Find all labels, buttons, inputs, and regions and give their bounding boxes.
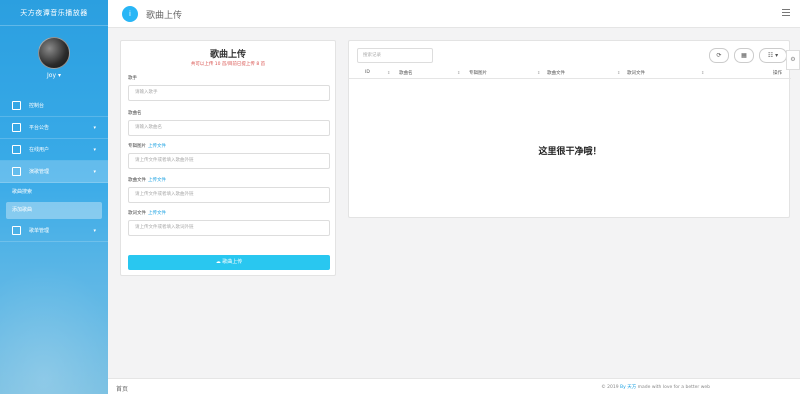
search-input[interactable]: 搜索记录: [357, 48, 433, 63]
column-header-actions: 操作: [773, 71, 782, 76]
form-title: 歌曲上传: [209, 50, 246, 60]
footer-home-link[interactable]: 首页: [116, 384, 128, 393]
sidebar-submenu: 歌曲搜索 添加歌曲: [0, 184, 108, 219]
top-header: i 歌曲上传: [108, 0, 800, 28]
upload-file-link[interactable]: 上传文件: [148, 211, 166, 216]
sort-icon[interactable]: ⇕: [701, 70, 704, 75]
users-icon: [12, 145, 21, 154]
field-label-song-name: 歌曲名: [128, 111, 142, 116]
sidebar: 天方夜谭音乐播放器 Joy ▾ 控制台 平台公告 ▾ 在线用户 ▾ 演歌管理 ▾…: [0, 0, 108, 394]
sort-icon[interactable]: ⇕: [617, 70, 620, 75]
field-label-album-image: 专辑图片 上传文件: [128, 144, 166, 149]
sidebar-item-song-management[interactable]: 演歌管理 ▾: [0, 161, 108, 183]
lyrics-file-input[interactable]: 请上传文件或者填入歌词外链: [128, 220, 330, 236]
avatar[interactable]: [38, 37, 70, 69]
sidebar-item-label: 演歌管理: [29, 168, 50, 175]
sidebar-item-dashboard[interactable]: 控制台: [0, 95, 108, 117]
page-title: 歌曲上传: [146, 11, 183, 21]
sidebar-item-label: 歌单管理: [29, 227, 50, 234]
upload-form-card: 歌曲上传 共可以上传 10 首/目前已提上传 8 首 歌手 请输入歌手 歌曲名 …: [120, 40, 336, 276]
column-header-album-image[interactable]: 专辑图片: [469, 70, 487, 76]
songs-table-card: 搜索记录 ⟳ ▦ ☷ ▾ ID ⇕ 歌曲名 ⇕ 专辑图片 ⇕ 歌曲文件 ⇕ 歌词…: [348, 40, 791, 218]
upload-quota-text: 共可以上传 10 首/目前已提上传 8 首: [190, 62, 266, 67]
song-name-input[interactable]: 请输入歌曲名: [128, 120, 330, 136]
upload-file-link[interactable]: 上传文件: [148, 144, 166, 149]
sidebar-subitem-add-song[interactable]: 添加歌曲: [6, 202, 102, 219]
singer-input[interactable]: 请输入歌手: [128, 85, 330, 101]
playlist-icon: [12, 226, 21, 235]
sidebar-item-label: 控制台: [29, 102, 45, 109]
chevron-down-icon: ▾: [93, 125, 96, 131]
column-header-lyrics-file[interactable]: 歌词文件: [627, 70, 645, 76]
sort-icon[interactable]: ⇕: [387, 70, 390, 75]
sidebar-item-announcements[interactable]: 平台公告 ▾: [0, 117, 108, 139]
username: Joy: [47, 72, 57, 79]
refresh-button[interactable]: ⟳: [709, 48, 729, 63]
app-title: 天方夜谭音乐播放器: [0, 0, 108, 26]
menu-icon[interactable]: [782, 9, 790, 16]
sidebar-subitem-song-search[interactable]: 歌曲搜索: [6, 184, 102, 201]
column-header-id[interactable]: ID: [365, 70, 370, 75]
settings-float-icon[interactable]: ⚙: [786, 50, 800, 70]
sidebar-item-playlist-management[interactable]: 歌单管理 ▾: [0, 220, 108, 242]
announcement-icon: [12, 123, 21, 132]
sidebar-nav: 控制台 平台公告 ▾ 在线用户 ▾ 演歌管理 ▾ 歌曲搜索 添加歌曲 歌单管理 …: [0, 95, 108, 242]
field-label-singer: 歌手: [128, 76, 137, 81]
upload-button[interactable]: ☁ 歌曲上传: [128, 255, 330, 270]
footer-copyright: © 2019 By 天方 made with love for a better…: [601, 385, 710, 390]
upload-file-link[interactable]: 上传文件: [148, 178, 166, 183]
chevron-down-icon: ▾: [93, 169, 96, 175]
music-icon: [12, 167, 21, 176]
columns-button[interactable]: ☷ ▾: [759, 48, 787, 63]
sidebar-item-label: 平台公告: [29, 124, 50, 131]
sidebar-item-online-users[interactable]: 在线用户 ▾: [0, 139, 108, 161]
sort-icon[interactable]: ⇕: [457, 70, 460, 75]
column-header-song-file[interactable]: 歌曲文件: [547, 70, 565, 76]
field-label-lyrics-file: 歌词文件 上传文件: [128, 211, 166, 216]
info-icon: i: [122, 6, 138, 22]
chevron-down-icon: ▾: [93, 228, 96, 234]
toggle-view-button[interactable]: ▦: [734, 48, 754, 63]
footer: 首页 © 2019 By 天方 made with love for a bet…: [108, 378, 800, 394]
empty-state-text: 这里很干净哦！: [538, 147, 602, 157]
user-menu[interactable]: Joy ▾: [0, 72, 108, 79]
chevron-down-icon: ▾: [93, 147, 96, 153]
sort-icon[interactable]: ⇕: [537, 70, 540, 75]
song-file-input[interactable]: 请上传文件或者填入歌曲外链: [128, 187, 330, 203]
footer-author-link[interactable]: By 天方: [620, 385, 636, 390]
album-image-input[interactable]: 请上传文件或者填入歌曲外链: [128, 153, 330, 169]
home-icon: [12, 101, 21, 110]
sidebar-item-label: 在线用户: [29, 146, 50, 153]
field-label-song-file: 歌曲文件 上传文件: [128, 178, 166, 183]
table-header: ID ⇕ 歌曲名 ⇕ 专辑图片 ⇕ 歌曲文件 ⇕ 歌词文件 ⇕ 操作: [349, 69, 791, 79]
column-header-song-name[interactable]: 歌曲名: [399, 70, 413, 76]
sidebar-background-art: [0, 244, 108, 394]
